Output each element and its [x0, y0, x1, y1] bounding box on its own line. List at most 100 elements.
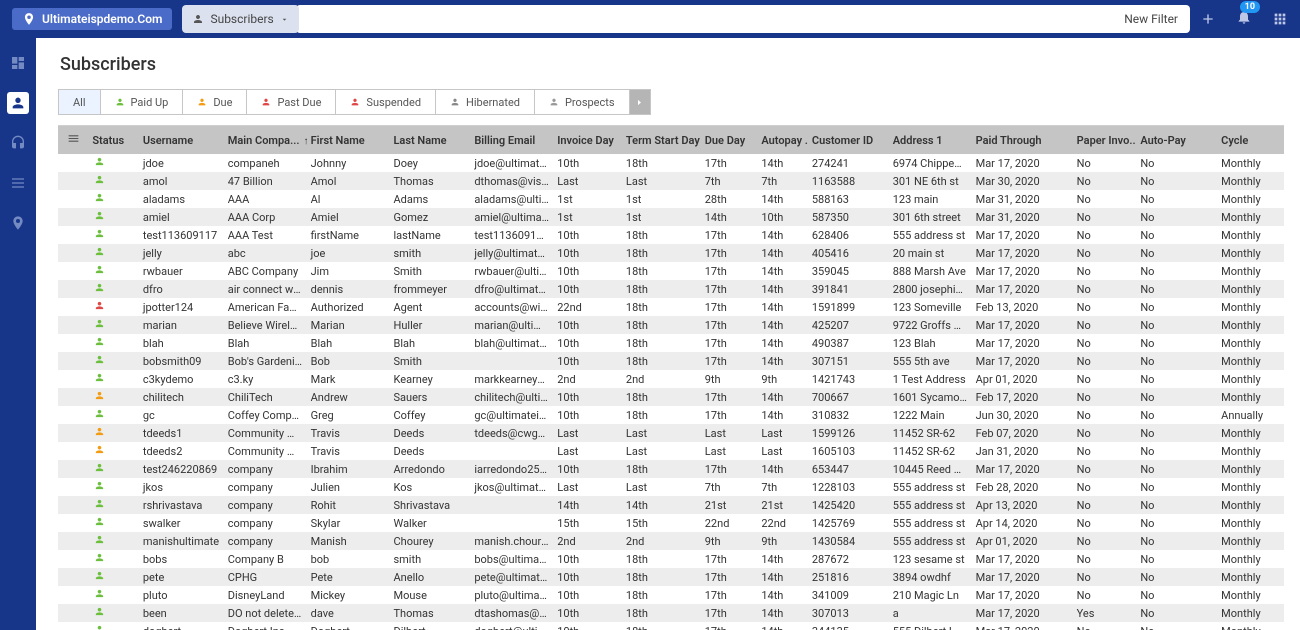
cell-invoice-day: Last	[553, 424, 622, 442]
table-row[interactable]: dogbertDogbert Inc.DogbertDilbertdogbert…	[58, 622, 1284, 630]
sidebar-dashboard[interactable]	[7, 52, 29, 74]
table-row[interactable]: tdeeds2Community Wirel...TravisDeedsLast…	[58, 442, 1284, 460]
table-row[interactable]: blahBlahBlahBlahblah@ultimateis...10th18…	[58, 334, 1284, 352]
cell-cycle: Monthly	[1217, 208, 1284, 226]
tab-suspended[interactable]: Suspended	[335, 89, 435, 115]
add-icon[interactable]	[1200, 11, 1216, 27]
col-main-compa-[interactable]: Main Compa...↑	[224, 126, 307, 154]
apps-icon[interactable]	[1272, 11, 1288, 27]
table-row[interactable]: swalkercompanySkylarWalker15th15th22nd22…	[58, 514, 1284, 532]
col-invoice-day[interactable]: Invoice Day	[553, 126, 622, 154]
table-row[interactable]: gcCoffey ComputerGregCoffeygc@ultimateis…	[58, 406, 1284, 424]
table-row[interactable]: bobsmith09Bob's GardeningBobSmith10th18t…	[58, 352, 1284, 370]
cell-term-start: 18th	[622, 298, 701, 316]
cell-paid-through: Feb 17, 2020	[972, 388, 1073, 406]
sidebar-location[interactable]	[7, 212, 29, 234]
table-row[interactable]: jellyabcjoesmithjelly@ultimateisp...10th…	[58, 244, 1284, 262]
cell-cycle: Monthly	[1217, 514, 1284, 532]
tab-scroll-right[interactable]	[629, 89, 651, 115]
col-term-start-day[interactable]: Term Start Day	[622, 126, 701, 154]
table-row[interactable]: plutoDisneyLandMickeyMousepluto@ultimate…	[58, 586, 1284, 604]
tab-all[interactable]: All	[58, 89, 100, 115]
status-icon	[94, 624, 105, 630]
tab-label: Prospects	[565, 96, 615, 109]
cell-due-day: 17th	[701, 352, 758, 370]
col-first-name[interactable]: First Name	[307, 126, 390, 154]
status-icon	[94, 192, 105, 203]
cell-paid-through: Mar 17, 2020	[972, 622, 1073, 630]
table-row[interactable]: rshrivastavacompanyRohitShrivastava14th1…	[58, 496, 1284, 514]
table-row[interactable]: manishultimatecompanyManishChoureymanish…	[58, 532, 1284, 550]
cell-username: tdeeds1	[139, 424, 224, 442]
cell-due-day: 7th	[701, 478, 758, 496]
new-filter-label[interactable]: New Filter	[1124, 12, 1178, 26]
table-row[interactable]: chilitechChiliTechAndrewSauerschilitech@…	[58, 388, 1284, 406]
col-due-day[interactable]: Due Day	[701, 126, 758, 154]
cell-invoice-day: Last	[553, 478, 622, 496]
cell-address: 123 Blah	[889, 334, 972, 352]
cell-cid: 1163588	[808, 172, 889, 190]
col-auto-pay[interactable]: Auto-Pay	[1136, 126, 1217, 154]
table-row[interactable]: peteCPHGPeteAnellopete@ultimateis...10th…	[58, 568, 1284, 586]
col-paid-through[interactable]: Paid Through	[972, 126, 1073, 154]
table-row[interactable]: test113609117AAA TestfirstNamelastNamete…	[58, 226, 1284, 244]
col-last-name[interactable]: Last Name	[389, 126, 470, 154]
search-scope-pill[interactable]: Subscribers	[182, 5, 298, 33]
col-autopay-[interactable]: Autopay ...	[757, 126, 808, 154]
cell-invoice-day: 10th	[553, 622, 622, 630]
cell-due-day: 17th	[701, 460, 758, 478]
tab-label: All	[73, 96, 86, 109]
cell-autopay-day: 14th	[757, 406, 808, 424]
table-row[interactable]: tdeeds1Community Wirel...TravisDeedstdee…	[58, 424, 1284, 442]
cell-last: Adams	[389, 190, 470, 208]
cell-address: 11452 SR-62	[889, 424, 972, 442]
cell-email: aladams@ultima...	[470, 190, 553, 208]
tab-prospects[interactable]: Prospects	[534, 89, 629, 115]
table-row[interactable]: amol47 BillionAmolThomasdthomas@visp.net…	[58, 172, 1284, 190]
col-menu[interactable]	[58, 126, 88, 154]
cell-paid-through: Mar 17, 2020	[972, 280, 1073, 298]
col-cycle[interactable]: Cycle	[1217, 126, 1284, 154]
person-icon	[350, 97, 360, 107]
table-row[interactable]: jkoscompanyJulienKosjkos@ultimateisp...L…	[58, 478, 1284, 496]
cell-company: American Family ...	[224, 298, 307, 316]
tab-past-due[interactable]: Past Due	[246, 89, 335, 115]
cell-username: jkos	[139, 478, 224, 496]
search-input[interactable]: New Filter	[296, 5, 1190, 33]
cell-autopay: No	[1136, 244, 1217, 262]
col-customer-id[interactable]: Customer ID	[808, 126, 889, 154]
cell-cycle: Annually	[1217, 406, 1284, 424]
table-row[interactable]: bobsCompany Bbobsmithbobs@ultimateis...1…	[58, 550, 1284, 568]
cell-cid: 490387	[808, 334, 889, 352]
table-row[interactable]: aladamsAAAAlAdamsaladams@ultima...1st1st…	[58, 190, 1284, 208]
col-paper-invo-[interactable]: Paper Invo...	[1073, 126, 1137, 154]
table-row[interactable]: jpotter124American Family ...AuthorizedA…	[58, 298, 1284, 316]
col-username[interactable]: Username	[139, 126, 224, 154]
table-row[interactable]: rwbauerABC CompanyJimSmithrwbauer@ultima…	[58, 262, 1284, 280]
cell-cid: 251816	[808, 568, 889, 586]
table-row[interactable]: jdoecompanehJohnnyDoeyjdoe@ultimateis...…	[58, 154, 1284, 172]
cell-address: 123 Someville	[889, 298, 972, 316]
sidebar-subscribers[interactable]	[7, 92, 29, 114]
cell-cid: 310832	[808, 406, 889, 424]
table-row[interactable]: marianBelieve WirelessMarianHullermarian…	[58, 316, 1284, 334]
col-address-[interactable]: Address 1	[889, 126, 972, 154]
sidebar-list[interactable]	[7, 172, 29, 194]
sidebar-support[interactable]	[7, 132, 29, 154]
brand-badge[interactable]: Ultimateispdemo.Com	[12, 8, 172, 30]
notifications-button[interactable]: 10	[1236, 9, 1252, 29]
table-row[interactable]: c3kydemoc3.kyMarkKearneymarkkearney@c3..…	[58, 370, 1284, 388]
tab-hibernated[interactable]: Hibernated	[435, 89, 534, 115]
cell-email: manish.chourey....	[470, 532, 553, 550]
tab-due[interactable]: Due	[182, 89, 246, 115]
col-billing-email[interactable]: Billing Email	[470, 126, 553, 154]
table-row[interactable]: amielAAA CorpAmielGomezamiel@ultimateis.…	[58, 208, 1284, 226]
table-row[interactable]: beenDO not delete thi...daveThomasdtasho…	[58, 604, 1284, 622]
status-icon	[94, 282, 105, 293]
col-status[interactable]: Status	[88, 126, 139, 154]
cell-paid-through: Mar 17, 2020	[972, 334, 1073, 352]
table-row[interactable]: test246220869companyIbrahimArredondoiarr…	[58, 460, 1284, 478]
tab-paid-up[interactable]: Paid Up	[100, 89, 183, 115]
table-row[interactable]: dfroair connect wirel...dennisfrommeyerd…	[58, 280, 1284, 298]
table-header-row: StatusUsernameMain Compa...↑First NameLa…	[58, 126, 1284, 154]
